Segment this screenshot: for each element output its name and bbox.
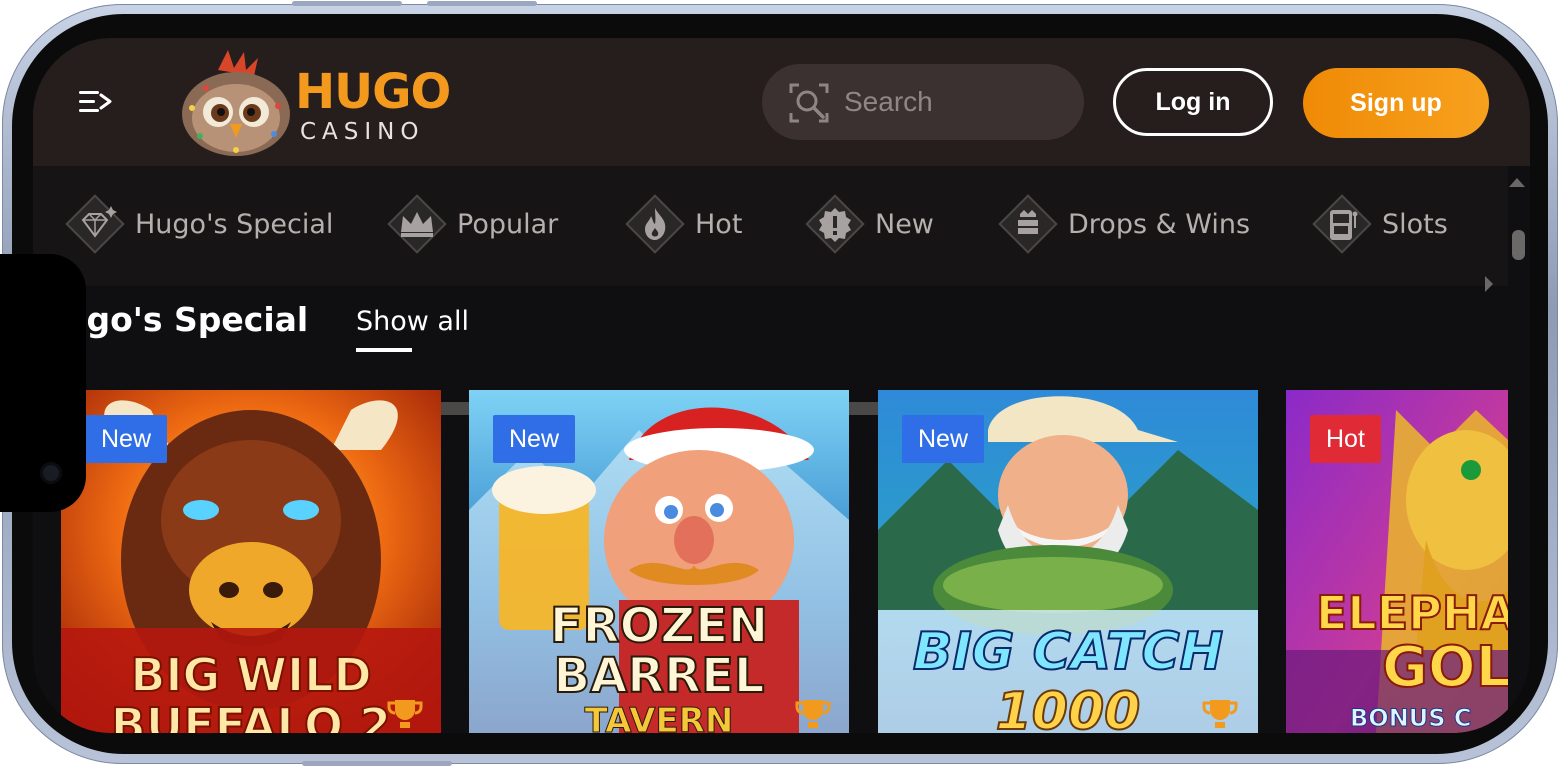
search-input[interactable]: [844, 82, 1064, 122]
exclamation-badge-icon: [805, 194, 865, 254]
menu-toggle-button[interactable]: [79, 88, 113, 116]
diamond-icon: [65, 194, 125, 254]
top-header: HUGO CASINO Log in Sign up: [33, 38, 1530, 166]
trophy-icon: [795, 700, 831, 728]
game-title-line: BIG CATCH: [912, 622, 1224, 682]
game-title-line: BONUS C: [1350, 704, 1473, 732]
crown-icon: [387, 194, 447, 254]
trophy-icon: [1202, 700, 1238, 728]
new-badge: New: [493, 415, 576, 463]
new-badge: New: [902, 415, 985, 463]
category-label: Slots: [1382, 208, 1448, 240]
game-title-line: BARREL: [552, 648, 765, 704]
show-all-link[interactable]: Show all: [356, 306, 469, 337]
front-camera: [40, 462, 62, 484]
drops-wins-icon: [998, 194, 1058, 254]
game-title-line: ELEPHA: [1315, 586, 1508, 640]
site-logo[interactable]: HUGO CASINO: [178, 46, 451, 158]
hot-badge: Hot: [1310, 415, 1381, 463]
category-bar: Hugo's Special Popular Hot New Drops & W…: [33, 166, 1508, 415]
category-label: New: [875, 208, 934, 240]
login-button[interactable]: Log in: [1113, 68, 1273, 136]
logo-brand-text: HUGO: [295, 64, 451, 120]
category-hugos-special[interactable]: Hugo's Special: [63, 192, 333, 256]
search-box[interactable]: [762, 64, 1084, 140]
category-new[interactable]: New: [803, 192, 934, 256]
scroll-right-arrow-icon[interactable]: [1485, 276, 1493, 292]
category-slots[interactable]: Slots: [1310, 192, 1448, 256]
flame-icon: [625, 194, 685, 254]
menu-arrow-icon: [79, 91, 112, 112]
vertical-scrollbar-thumb[interactable]: [1512, 230, 1525, 260]
phone-side-button: [292, 1, 402, 6]
scroll-up-arrow-icon[interactable]: [1509, 178, 1525, 187]
logo-sub-text: CASINO: [300, 119, 425, 145]
category-label: Popular: [457, 208, 559, 240]
category-label: Hot: [695, 208, 743, 240]
owl-mascot-icon: [182, 50, 290, 156]
game-title-line: TAVERN: [584, 701, 734, 734]
game-card[interactable]: New BIG CATCH 1000: [878, 390, 1258, 733]
phone-side-button: [427, 1, 537, 6]
app-screen: HUGO CASINO Log in Sign up Hugo's Specia…: [33, 38, 1530, 733]
trophy-icon: [387, 700, 423, 728]
slot-machine-icon: [1312, 194, 1372, 254]
game-title-line: FROZEN: [549, 598, 769, 654]
category-label: Hugo's Special: [135, 208, 334, 240]
category-drops-wins[interactable]: Drops & Wins: [996, 192, 1250, 256]
phone-side-button: [302, 761, 452, 766]
game-card[interactable]: New BIG WILD BUFFALO 2: [61, 390, 441, 733]
game-title-line: BIG WILD: [129, 648, 372, 702]
section-title: ugo's Special: [63, 300, 309, 339]
game-title-line: GOL: [1381, 635, 1508, 700]
show-all-underline: [356, 348, 412, 352]
search-icon: [789, 83, 829, 123]
new-badge: New: [85, 415, 168, 463]
game-title-line: BUFFALO 2: [110, 698, 392, 733]
category-label: Drops & Wins: [1068, 208, 1251, 240]
signup-button[interactable]: Sign up: [1303, 68, 1489, 138]
category-popular[interactable]: Popular: [385, 192, 558, 256]
category-hot[interactable]: Hot: [623, 192, 742, 256]
game-card[interactable]: Hot ELEPHA GOL BONUS C: [1286, 390, 1508, 733]
game-card[interactable]: New FROZEN BARREL TAVERN: [469, 390, 849, 733]
